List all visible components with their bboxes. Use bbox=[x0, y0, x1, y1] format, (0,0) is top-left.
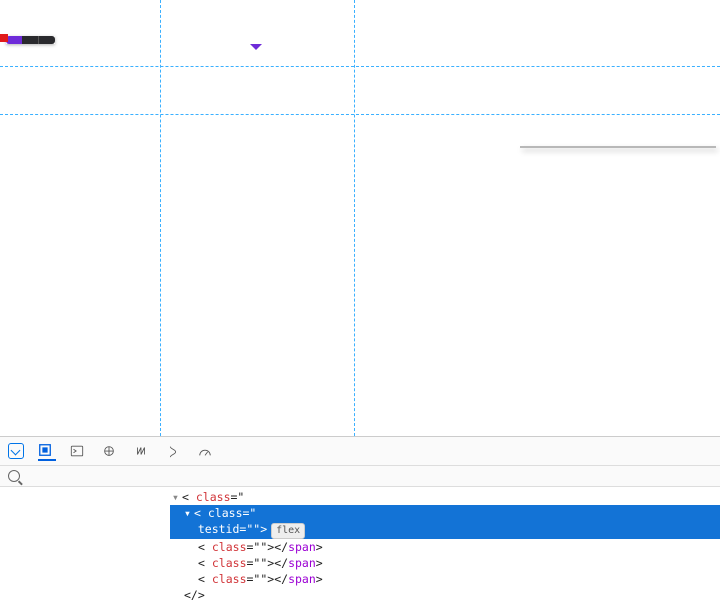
devtools-panel: ▾< class=" ▾< class=" testid="">flex < c… bbox=[0, 436, 720, 605]
price-chart[interactable] bbox=[135, 150, 695, 370]
tab-network[interactable] bbox=[134, 442, 152, 460]
style-editor-icon bbox=[166, 444, 180, 458]
dom-row[interactable]: ▸< class=""> bbox=[170, 604, 720, 605]
dom-row-selected-2[interactable]: testid="">flex bbox=[170, 521, 720, 539]
network-icon bbox=[134, 444, 148, 458]
dom-row[interactable]: < class=""></span> bbox=[170, 571, 720, 587]
flex-badge[interactable]: flex bbox=[271, 523, 305, 539]
pick-element-icon[interactable] bbox=[8, 443, 24, 459]
dom-tree[interactable]: ▾< class=" ▾< class=" testid="">flex < c… bbox=[0, 487, 720, 605]
dom-row[interactable]: ▾< class=" bbox=[170, 489, 720, 505]
debugger-icon bbox=[102, 444, 116, 458]
tab-performance[interactable] bbox=[198, 442, 216, 460]
tab-inspector[interactable] bbox=[38, 441, 56, 461]
coinbase-header bbox=[0, 0, 720, 34]
inspector-guide-top bbox=[0, 66, 720, 67]
inspector-icon bbox=[38, 443, 52, 457]
dom-row-selected[interactable]: ▾< class=" bbox=[170, 505, 720, 521]
dom-row[interactable]: < class=""></span> bbox=[170, 539, 720, 555]
tooltip-dimensions bbox=[22, 36, 38, 44]
tab-style-editor[interactable] bbox=[166, 442, 184, 460]
inspector-element-tooltip bbox=[6, 36, 55, 44]
console-icon bbox=[70, 444, 84, 458]
devtools-search-row bbox=[0, 466, 720, 487]
tooltip-selector bbox=[6, 36, 22, 44]
search-icon bbox=[8, 470, 20, 482]
dom-row[interactable]: </> bbox=[170, 587, 720, 603]
tab-debugger[interactable] bbox=[102, 442, 120, 460]
context-menu[interactable] bbox=[520, 146, 716, 148]
dom-row[interactable]: < class=""></span> bbox=[170, 555, 720, 571]
tab-console[interactable] bbox=[70, 442, 88, 460]
tooltip-flex-badge bbox=[38, 36, 55, 44]
inspector-guide-bottom bbox=[0, 114, 720, 115]
devtools-tab-bar bbox=[0, 437, 720, 466]
performance-icon bbox=[198, 444, 212, 458]
asset-price-row bbox=[160, 66, 180, 70]
